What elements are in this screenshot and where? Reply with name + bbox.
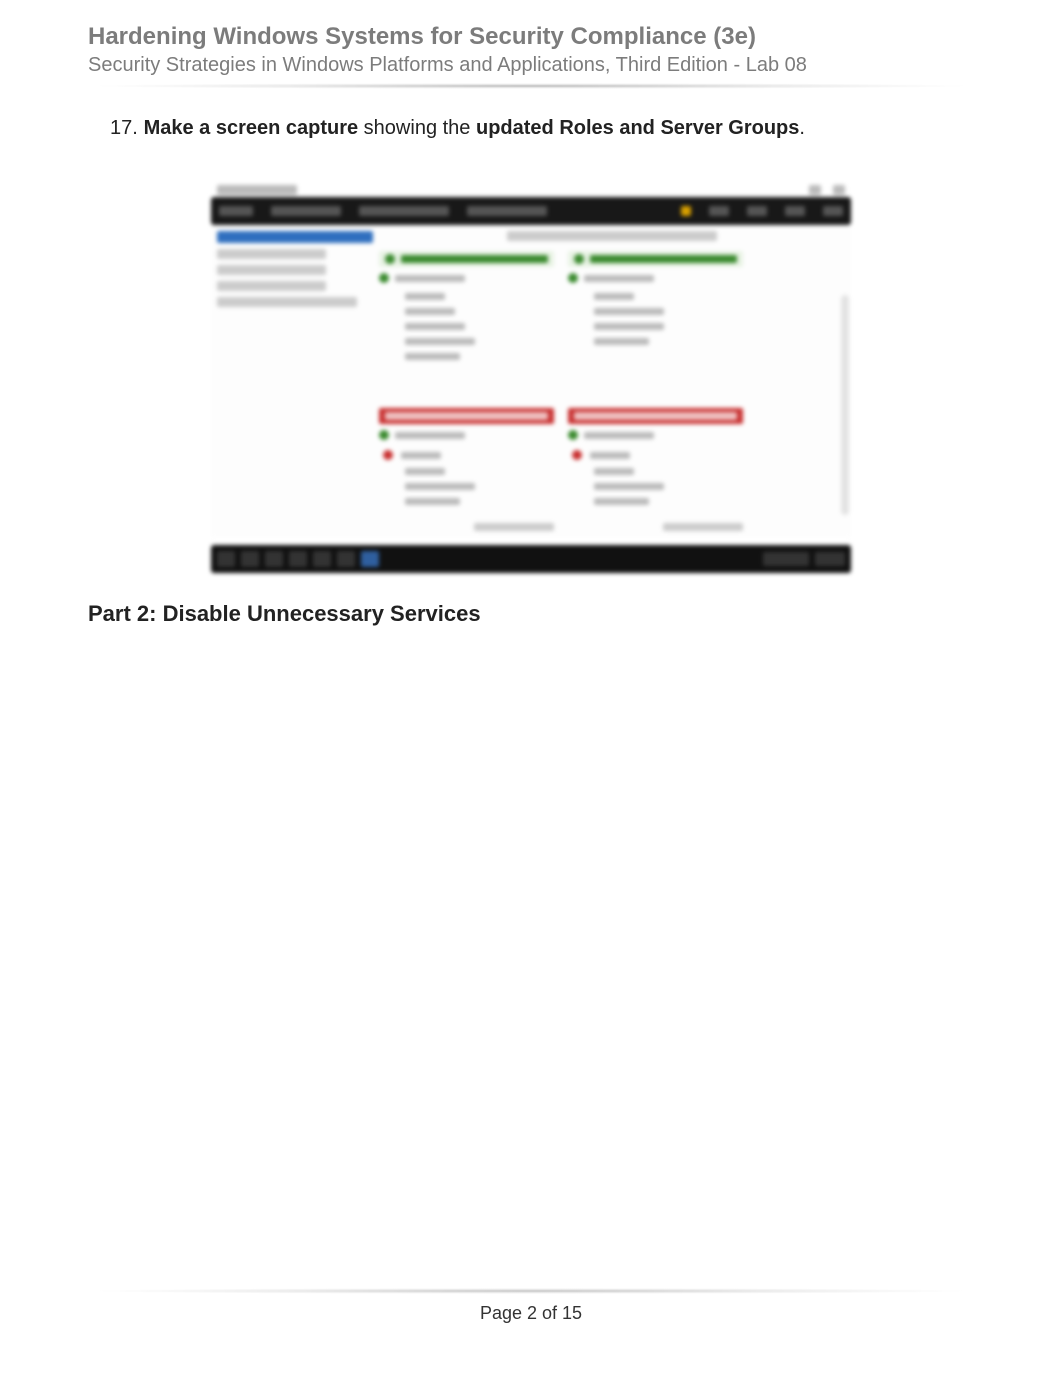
minimize-icon <box>809 185 821 195</box>
tile-rows <box>379 293 554 360</box>
taskbar-button-active <box>361 551 379 567</box>
taskbar-button <box>289 551 307 567</box>
tile-title <box>401 255 548 263</box>
footer-divider <box>88 1288 974 1294</box>
instruction-bold-1: Make a screen capture <box>144 117 359 139</box>
menu-item <box>467 206 547 216</box>
instruction-number: 17. <box>110 113 138 143</box>
page-number: Page 2 of 15 <box>0 1303 1062 1324</box>
menu-item <box>823 206 843 216</box>
tile-footer-link <box>474 523 554 531</box>
tile-footer-link <box>663 523 743 531</box>
status-dot-icon <box>568 273 578 283</box>
tile-title <box>590 255 737 263</box>
tile-title <box>574 412 737 420</box>
status-dot-icon <box>568 430 578 440</box>
taskbar-button <box>217 551 235 567</box>
taskbar-button <box>337 551 355 567</box>
instruction-plain-2: . <box>799 117 805 139</box>
tile-header <box>568 408 743 424</box>
nav-panel <box>217 231 373 531</box>
nav-item <box>217 297 357 307</box>
dashboard-heading <box>507 231 717 241</box>
nav-item <box>217 281 326 291</box>
tile-rows <box>568 450 743 505</box>
nav-item <box>217 265 326 275</box>
menu-item <box>359 206 449 216</box>
tile-row <box>379 251 845 360</box>
flag-icon <box>681 206 691 216</box>
tile-subheader <box>568 430 743 440</box>
tile-subtext <box>395 432 465 439</box>
tile-subtext <box>395 275 465 282</box>
tile-header <box>379 251 554 267</box>
window-titlebar <box>211 183 851 197</box>
taskbar-button <box>241 551 259 567</box>
tile-subheader <box>379 430 554 440</box>
server-manager-body <box>211 225 851 537</box>
tile-subtext <box>584 275 654 282</box>
tile-rows <box>379 450 554 505</box>
tile-header <box>568 251 743 267</box>
status-dot-icon <box>379 273 389 283</box>
alert-dot-icon <box>572 450 582 460</box>
taskbar-button <box>265 551 283 567</box>
taskbar-clock <box>815 552 845 566</box>
header-divider <box>88 83 974 89</box>
tile-subheader <box>379 273 554 283</box>
document-page: Hardening Windows Systems for Security C… <box>0 0 1062 1376</box>
instruction-bold-2: updated Roles and Server Groups <box>476 117 799 139</box>
close-icon <box>833 185 845 195</box>
nav-item-selected <box>217 231 373 243</box>
instruction-line: 17. Make a screen capture showing the up… <box>110 113 974 143</box>
dashboard-main <box>379 231 845 531</box>
section-heading: Part 2: Disable Unnecessary Services <box>88 601 974 627</box>
scrollbar <box>841 295 849 515</box>
status-dot-icon <box>574 254 584 264</box>
tile-rows <box>568 293 743 345</box>
taskbar <box>211 545 851 573</box>
tile-subtext <box>584 432 654 439</box>
menubar <box>211 197 851 225</box>
alert-dot-icon <box>383 450 393 460</box>
window-controls <box>809 185 845 195</box>
tile-subheader <box>568 273 743 283</box>
tile-row <box>379 408 845 531</box>
screenshot-placeholder <box>211 183 851 573</box>
taskbar-tray <box>763 552 809 566</box>
role-tile <box>379 251 554 360</box>
status-dot-icon <box>385 254 395 264</box>
tile-header <box>379 408 554 424</box>
role-tile <box>568 251 743 360</box>
menu-item <box>271 206 341 216</box>
document-subtitle: Security Strategies in Windows Platforms… <box>88 54 974 77</box>
role-tile <box>568 408 743 531</box>
menu-item <box>785 206 805 216</box>
instruction-plain-1: showing the <box>358 117 476 139</box>
taskbar-button <box>313 551 331 567</box>
document-title: Hardening Windows Systems for Security C… <box>88 22 974 52</box>
role-tile <box>379 408 554 531</box>
status-dot-icon <box>379 430 389 440</box>
menu-item <box>747 206 767 216</box>
menu-item <box>219 206 253 216</box>
nav-item <box>217 249 326 259</box>
window-title-text <box>217 185 297 195</box>
menu-item <box>709 206 729 216</box>
tile-title <box>385 412 548 420</box>
